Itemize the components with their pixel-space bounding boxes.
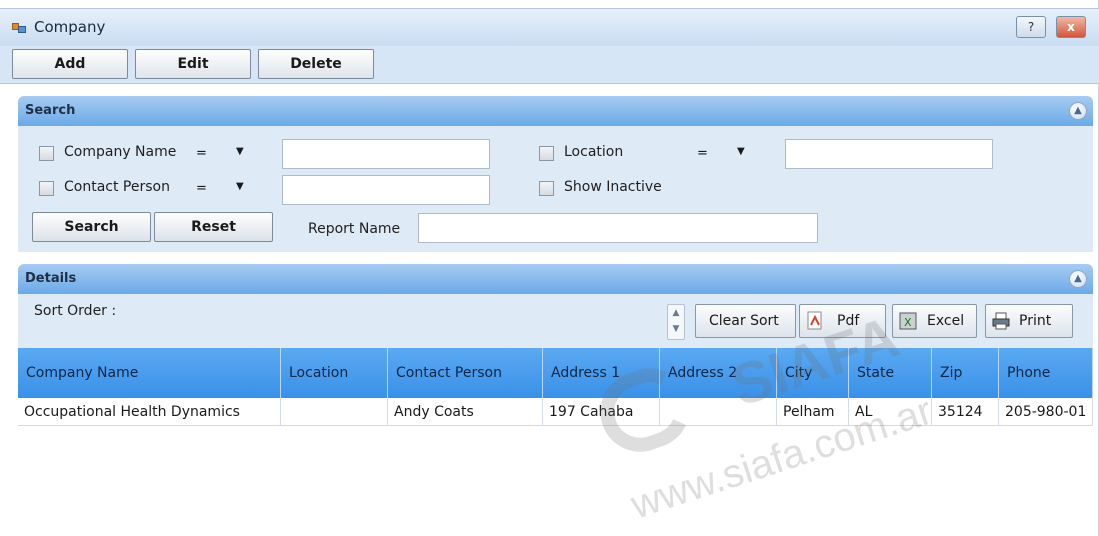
location-operator-value: = — [697, 146, 708, 161]
excel-label: Excel — [927, 313, 965, 329]
window-title: Company — [34, 18, 106, 36]
company-name-checkbox[interactable] — [39, 146, 54, 161]
grid-header: Company Name Location Contact Person Add… — [18, 348, 1093, 398]
cell-location — [281, 398, 388, 426]
chevron-down-icon: ▼ — [236, 181, 244, 192]
column-header-phone[interactable]: Phone — [999, 348, 1093, 398]
clear-sort-label: Clear Sort — [709, 313, 779, 329]
company-name-label: Company Name — [64, 144, 177, 160]
details-section-header: Details ▲ — [18, 264, 1093, 294]
company-name-input[interactable] — [282, 139, 490, 169]
company-name-operator-value: = — [196, 146, 207, 161]
search-section-header: Search ▲ — [18, 96, 1093, 126]
column-header-contact-person[interactable]: Contact Person — [388, 348, 543, 398]
excel-icon: X — [899, 312, 917, 330]
title-bar: Company ? x — [0, 8, 1099, 46]
column-header-state[interactable]: State — [849, 348, 932, 398]
table-row[interactable]: Occupational Health Dynamics Andy Coats … — [18, 398, 1093, 426]
location-operator-select[interactable]: = ▼ — [693, 142, 755, 168]
cell-zip: 35124 — [932, 398, 999, 426]
sort-scroll-control[interactable]: ▲ ▼ — [667, 304, 685, 340]
report-name-label: Report Name — [308, 221, 401, 237]
location-input[interactable] — [785, 139, 993, 169]
sort-order-label: Sort Order : — [34, 303, 117, 319]
search-button[interactable]: Search — [32, 212, 151, 242]
cell-address-1: 197 Cahaba — [543, 398, 660, 426]
company-name-operator-select[interactable]: = ▼ — [192, 142, 254, 168]
print-button[interactable]: Print — [985, 304, 1073, 338]
chevron-down-icon: ▼ — [236, 146, 244, 157]
column-header-zip[interactable]: Zip — [932, 348, 999, 398]
column-header-address-2[interactable]: Address 2 — [660, 348, 777, 398]
contact-person-checkbox[interactable] — [39, 181, 54, 196]
column-header-city[interactable]: City — [777, 348, 849, 398]
help-button[interactable]: ? — [1016, 16, 1046, 38]
cell-city: Pelham — [777, 398, 849, 426]
contact-person-input[interactable] — [282, 175, 490, 205]
clear-sort-button[interactable]: Clear Sort — [695, 304, 796, 338]
pdf-button[interactable]: Pdf — [799, 304, 886, 338]
pdf-icon — [807, 311, 822, 330]
toolbar: Add Edit Delete — [0, 46, 1099, 84]
pdf-label: Pdf — [837, 313, 860, 329]
show-inactive-label: Show Inactive — [564, 179, 662, 195]
edit-button[interactable]: Edit — [135, 49, 251, 79]
chevron-down-icon: ▼ — [737, 146, 745, 157]
column-header-address-1[interactable]: Address 1 — [543, 348, 660, 398]
svg-text:X: X — [904, 316, 912, 329]
company-window: Company ? x Add Edit Delete Search ▲ Com… — [0, 0, 1099, 536]
collapse-icon[interactable]: ▲ — [1069, 102, 1087, 120]
search-section-title: Search — [25, 103, 76, 118]
reset-button[interactable]: Reset — [154, 212, 273, 242]
add-button[interactable]: Add — [12, 49, 128, 79]
collapse-icon[interactable]: ▲ — [1069, 270, 1087, 288]
location-label: Location — [564, 144, 624, 160]
app-icon — [12, 21, 26, 33]
delete-button[interactable]: Delete — [258, 49, 374, 79]
contact-person-operator-value: = — [196, 181, 207, 196]
column-header-location[interactable]: Location — [281, 348, 388, 398]
details-section-title: Details — [25, 271, 77, 286]
cell-address-2 — [660, 398, 777, 426]
show-inactive-checkbox[interactable] — [539, 181, 554, 196]
print-label: Print — [1019, 313, 1052, 329]
cell-contact-person: Andy Coats — [388, 398, 543, 426]
contact-person-label: Contact Person — [64, 179, 170, 195]
print-icon — [992, 312, 1010, 330]
contact-person-operator-select[interactable]: = ▼ — [192, 177, 254, 203]
report-name-input[interactable] — [418, 213, 818, 243]
cell-state: AL — [849, 398, 932, 426]
column-header-company-name[interactable]: Company Name — [18, 348, 281, 398]
excel-button[interactable]: X Excel — [892, 304, 977, 338]
cell-phone: 205-980-01 — [999, 398, 1093, 426]
close-button[interactable]: x — [1056, 16, 1086, 38]
cell-company-name: Occupational Health Dynamics — [18, 398, 281, 426]
location-checkbox[interactable] — [539, 146, 554, 161]
